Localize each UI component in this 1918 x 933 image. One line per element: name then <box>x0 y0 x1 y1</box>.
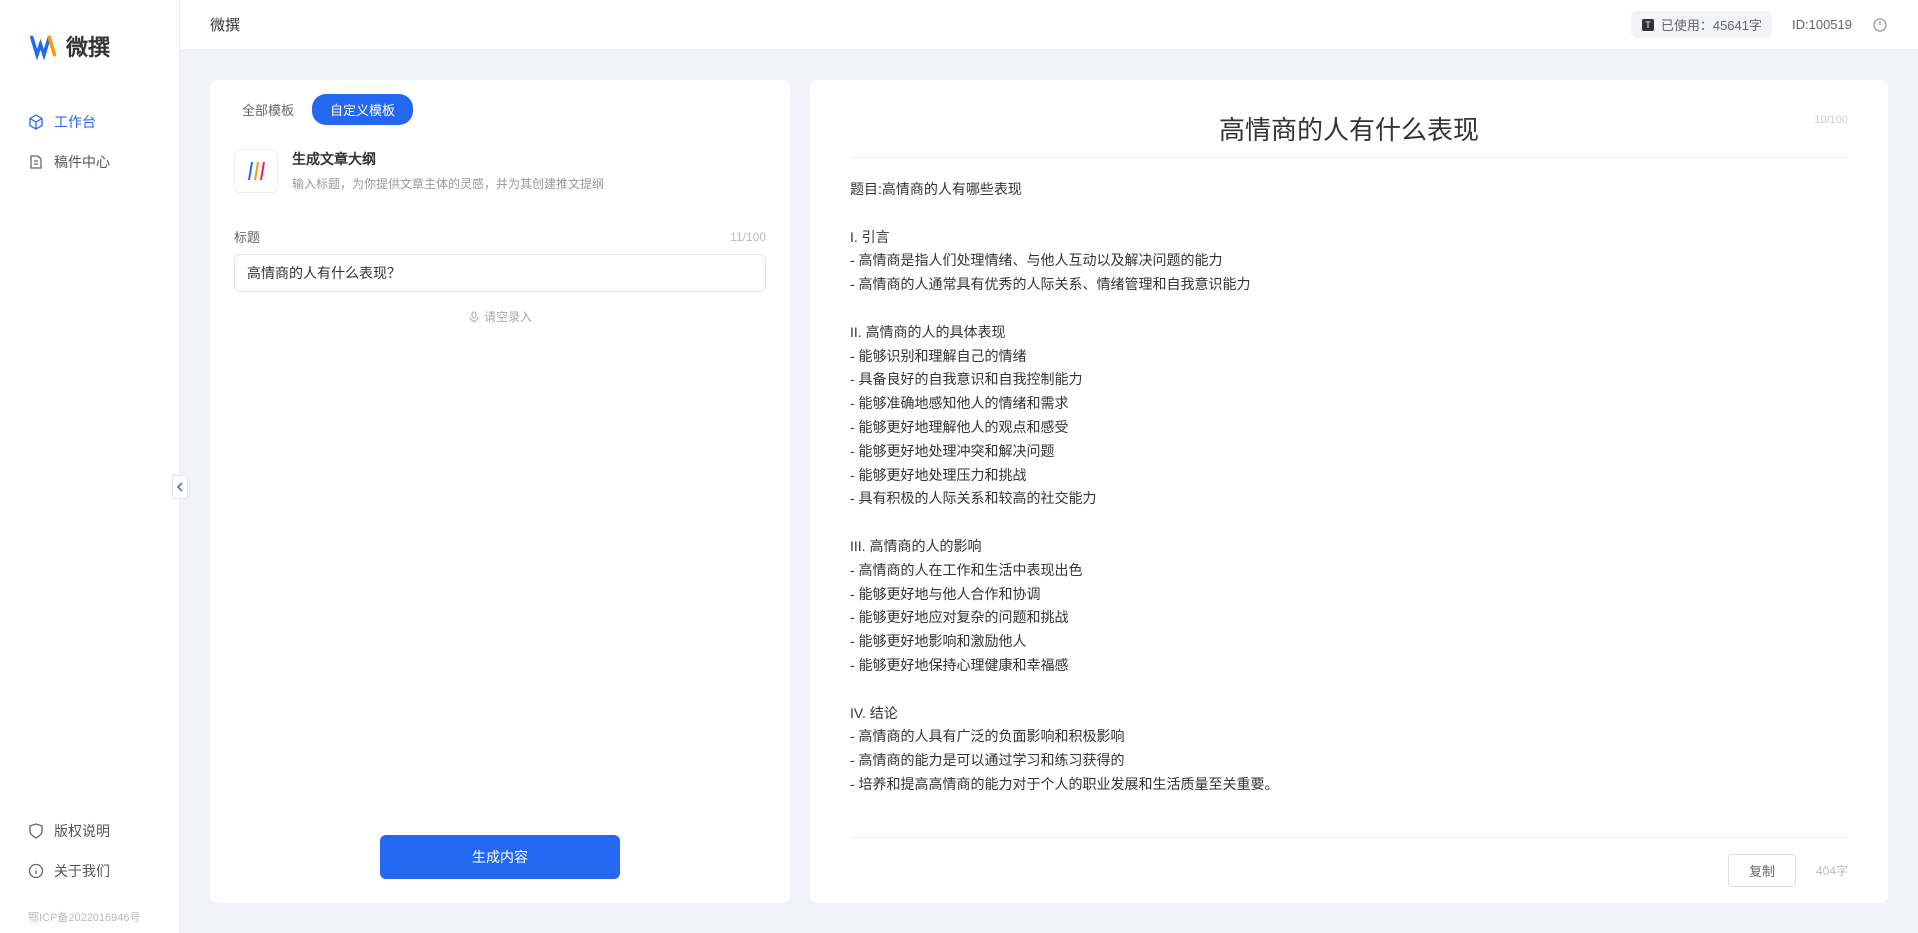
usage-badge: T 已使用：45641字 <box>1631 11 1772 38</box>
nav-item-label: 稿件中心 <box>54 152 110 172</box>
voice-input-hint[interactable]: 请空录入 <box>234 292 766 341</box>
template-title: 生成文章大纲 <box>292 149 604 169</box>
main: 微撰 T 已使用：45641字 ID:100519 全部模板 自定义模板 <box>180 0 1918 933</box>
copy-button[interactable]: 复制 <box>1728 854 1796 887</box>
panel-left-footer: 生成内容 <box>210 811 790 903</box>
title-label: 标题 <box>234 227 260 246</box>
usage-text: 已使用：45641字 <box>1661 15 1762 34</box>
output-footer: 复制 404字 <box>850 837 1848 903</box>
nav-item-drafts[interactable]: 稿件中心 <box>0 142 179 182</box>
template-card: 生成文章大纲 输入标题，为你提供文章主体的灵感，并为其创建推文提纲 <box>210 135 790 207</box>
panel-right: 高情商的人有什么表现 10/100 题目:高情商的人有哪些表现 I. 引言 - … <box>810 80 1888 903</box>
text-icon: T <box>1641 18 1655 32</box>
microphone-icon <box>468 311 480 323</box>
nav-main: 工作台 稿件中心 <box>0 82 179 801</box>
power-icon[interactable] <box>1872 17 1888 33</box>
output-body[interactable]: 题目:高情商的人有哪些表现 I. 引言 - 高情商是指人们处理情绪、与他人互动以… <box>810 158 1888 837</box>
tab-all-templates[interactable]: 全部模板 <box>224 94 312 125</box>
sidebar-collapse-handle[interactable] <box>172 475 188 499</box>
nav-item-label: 关于我们 <box>54 861 110 881</box>
logo: 微撰 <box>0 0 179 82</box>
logo-icon <box>30 32 58 60</box>
form-section: 标题 11/100 请空录入 <box>210 207 790 361</box>
topbar-right: T 已使用：45641字 ID:100519 <box>1631 11 1888 38</box>
content: 全部模板 自定义模板 生成文章大纲 输入标题，为你提供文章主体的灵感，并为其创建… <box>180 50 1918 933</box>
nav-item-copyright[interactable]: 版权说明 <box>0 811 179 851</box>
tabs: 全部模板 自定义模板 <box>210 80 790 135</box>
title-char-count: 11/100 <box>730 230 766 244</box>
page-title: 微撰 <box>210 14 240 35</box>
nav-item-label: 版权说明 <box>54 821 110 841</box>
nav-bottom: 版权说明 关于我们 <box>0 801 179 901</box>
voice-hint-text: 请空录入 <box>484 308 532 325</box>
nav-item-label: 工作台 <box>54 112 96 132</box>
output-header-count: 10/100 <box>1814 114 1848 126</box>
template-icon <box>234 149 278 193</box>
output-title: 高情商的人有什么表现 <box>890 110 1808 147</box>
cube-icon <box>28 114 44 130</box>
nav-item-about[interactable]: 关于我们 <box>0 851 179 891</box>
tab-custom-templates[interactable]: 自定义模板 <box>312 94 413 125</box>
svg-text:T: T <box>1645 20 1651 30</box>
shield-icon <box>28 823 44 839</box>
template-desc: 输入标题，为你提供文章主体的灵感，并为其创建推文提纲 <box>292 175 604 192</box>
document-icon <box>28 154 44 170</box>
id-label: ID:100519 <box>1792 17 1852 32</box>
panel-left: 全部模板 自定义模板 生成文章大纲 输入标题，为你提供文章主体的灵感，并为其创建… <box>210 80 790 903</box>
output-word-count: 404字 <box>1816 862 1848 879</box>
topbar: 微撰 T 已使用：45641字 ID:100519 <box>180 0 1918 50</box>
nav-item-workbench[interactable]: 工作台 <box>0 102 179 142</box>
output-header: 高情商的人有什么表现 10/100 <box>850 80 1848 158</box>
template-info: 生成文章大纲 输入标题，为你提供文章主体的灵感，并为其创建推文提纲 <box>292 149 604 192</box>
icp-footer: 鄂ICP备2022016946号 <box>0 901 179 933</box>
sidebar: 微撰 工作台 稿件中心 版权说明 <box>0 0 180 933</box>
info-icon <box>28 863 44 879</box>
generate-button[interactable]: 生成内容 <box>380 835 620 879</box>
logo-text: 微撰 <box>66 30 110 62</box>
title-input[interactable] <box>234 254 766 292</box>
